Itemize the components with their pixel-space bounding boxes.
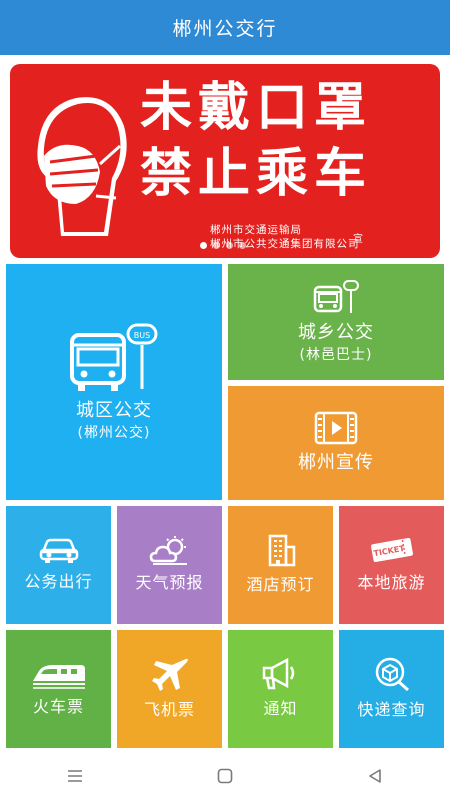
tile-notice[interactable]: 通知: [228, 630, 333, 748]
tile-sub-label: (林邑巴士): [299, 347, 373, 363]
home-square-icon: [217, 768, 233, 784]
recent-apps-button[interactable]: [55, 756, 95, 796]
car-icon: [39, 538, 78, 563]
tile-label: 郴州宣传: [298, 452, 374, 473]
carousel-dot[interactable]: [213, 242, 220, 249]
tile-label: 快递查询: [357, 700, 426, 719]
tile-label: 火车票: [32, 697, 84, 716]
tile-weather[interactable]: 天气预报: [117, 506, 222, 624]
home-button[interactable]: [205, 756, 245, 796]
back-triangle-icon: [369, 769, 381, 783]
tile-express-tracking[interactable]: 快递查询: [339, 630, 444, 748]
tile-rural-bus[interactable]: 城乡公交 (林邑巴士): [228, 264, 444, 380]
tile-label: 通知: [263, 699, 298, 718]
banner-org-1: 郴州市交通运输局: [210, 224, 302, 236]
banner-org-suffix: 宣: [353, 234, 363, 245]
app-title: 郴州公交行: [172, 18, 278, 40]
film-play-icon: [314, 411, 358, 445]
carousel-dot[interactable]: [239, 242, 246, 249]
tile-label: 酒店预订: [246, 575, 315, 594]
tile-label: 天气预报: [135, 573, 204, 592]
mask-notice-banner[interactable]: 未戴口罩 禁止乘车 郴州市交通运输局 郴州市公共交通集团有限公司 宣: [10, 64, 440, 258]
building-icon: [268, 534, 295, 567]
ticket-icon: TICKET: [370, 537, 413, 563]
train-icon: [32, 665, 85, 689]
tile-city-bus[interactable]: BUS 城区公交 (郴州公交): [6, 264, 222, 500]
menu-icon: [68, 770, 82, 782]
airplane-icon: [151, 658, 188, 691]
tile-label: 公务出行: [24, 572, 93, 591]
tile-label: 本地旅游: [357, 573, 426, 592]
tile-label: 城区公交: [76, 400, 152, 421]
banner-headline-1: 未戴口罩: [140, 78, 373, 138]
bus-sign-text: BUS: [134, 331, 150, 340]
tile-local-tourism[interactable]: TICKET 本地旅游: [339, 506, 444, 624]
bus-stop-icon: BUS: [70, 323, 158, 391]
tile-official-travel[interactable]: 公务出行: [6, 506, 111, 624]
package-search-icon: [375, 657, 409, 692]
title-bar: 郴州公交行: [0, 0, 450, 55]
tile-flight-ticket[interactable]: 飞机票: [117, 630, 222, 748]
bus-stop-icon: [313, 280, 359, 313]
carousel-indicator[interactable]: [200, 242, 246, 249]
system-nav-bar: [0, 752, 450, 800]
tile-label: 城乡公交: [298, 322, 374, 343]
megaphone-icon: [262, 657, 294, 690]
tile-chenzhou-promo[interactable]: 郴州宣传: [228, 386, 444, 500]
back-button[interactable]: [355, 756, 395, 796]
sun-cloud-icon: [149, 536, 187, 565]
carousel-dot[interactable]: [200, 242, 207, 249]
carousel-dot[interactable]: [226, 242, 233, 249]
masked-face-icon: [37, 97, 127, 236]
tile-label: 飞机票: [143, 700, 195, 719]
tile-hotel-booking[interactable]: 酒店预订: [228, 506, 333, 624]
banner-headline-2: 禁止乘车: [140, 144, 373, 204]
tile-train-ticket[interactable]: 火车票: [6, 630, 111, 748]
tile-sub-label: (郴州公交): [77, 425, 151, 441]
